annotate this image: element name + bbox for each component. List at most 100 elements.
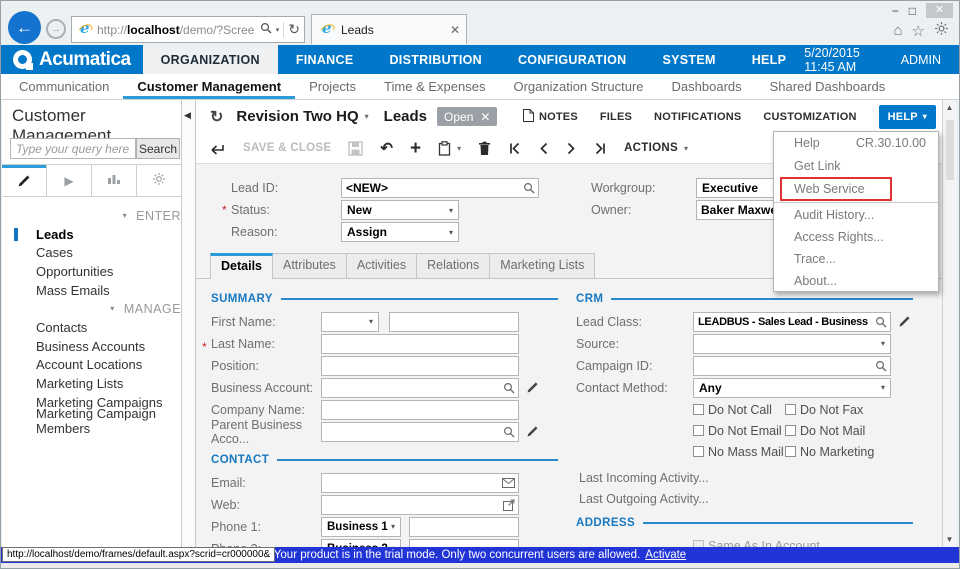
sidebar-item-cases[interactable]: Cases xyxy=(2,244,181,263)
first-name-input[interactable] xyxy=(390,313,518,331)
phone2-input[interactable] xyxy=(410,540,518,548)
last-name-input[interactable] xyxy=(322,335,518,353)
magnifier-icon[interactable] xyxy=(503,426,515,438)
phone1-field[interactable] xyxy=(409,517,519,537)
vertical-scrollbar[interactable]: ▲ ▼ xyxy=(942,100,956,547)
web-link-icon[interactable] xyxy=(503,499,515,511)
home-icon[interactable]: ⌂ xyxy=(893,22,902,39)
browser-tab[interactable]: Leads ✕ xyxy=(311,14,467,44)
email-input[interactable] xyxy=(322,474,502,492)
module-tab-communication[interactable]: Communication xyxy=(5,74,123,99)
contact-method-select[interactable]: Any▾ xyxy=(693,378,891,398)
sidebar-item-leads[interactable]: Leads xyxy=(2,225,181,244)
sidebar-item-marketing-lists[interactable]: Marketing Lists xyxy=(2,374,181,393)
magnifier-icon[interactable] xyxy=(875,316,887,328)
nav-item-organization[interactable]: ORGANIZATION xyxy=(143,45,278,74)
save-icon[interactable] xyxy=(348,141,363,156)
menu-item-about[interactable]: About... xyxy=(774,270,938,292)
actions-button[interactable]: ACTIONS▾ xyxy=(624,142,688,154)
magnifier-icon[interactable] xyxy=(503,382,515,394)
parent-business-account-input[interactable] xyxy=(322,423,503,441)
sidebar-item-account-locations[interactable]: Account Locations xyxy=(2,356,181,375)
module-tab-dashboards[interactable]: Dashboards xyxy=(658,74,756,99)
sidebar-item-marketing-campaign-members[interactable]: Marketing Campaign Members xyxy=(2,411,181,430)
sidebar-tab-reports[interactable] xyxy=(91,165,136,196)
browser-back-button[interactable]: ← xyxy=(8,11,41,44)
user-menu[interactable]: ADMIN xyxy=(901,53,941,67)
last-name-field[interactable] xyxy=(321,334,519,354)
module-tab-organization-structure[interactable]: Organization Structure xyxy=(499,74,657,99)
status-select[interactable]: New ▾ xyxy=(341,200,459,220)
lead-class-input[interactable] xyxy=(694,313,875,331)
module-tab-shared-dashboards[interactable]: Shared Dashboards xyxy=(756,74,900,99)
phone1-input[interactable] xyxy=(410,518,518,536)
lead-id-field[interactable] xyxy=(341,178,539,198)
nav-item-distribution[interactable]: DISTRIBUTION xyxy=(371,45,500,74)
email-field[interactable] xyxy=(321,473,519,493)
checkbox-icon[interactable] xyxy=(693,425,704,436)
source-select[interactable]: ▾ xyxy=(693,334,891,354)
edit-pencil-icon[interactable] xyxy=(526,381,539,394)
menu-item-audit-history[interactable]: Audit History... xyxy=(774,204,938,226)
tab-activities[interactable]: Activities xyxy=(346,253,417,278)
nav-last-button[interactable] xyxy=(594,142,607,155)
position-input[interactable] xyxy=(322,357,518,375)
title-select[interactable]: ▾ xyxy=(321,312,379,332)
sidebar-item-opportunities[interactable]: Opportunities xyxy=(2,262,181,281)
clipboard-button[interactable]: ▾ xyxy=(438,141,461,156)
sidebar-tab-dataentry[interactable] xyxy=(2,165,46,196)
customization-button[interactable]: CUSTOMIZATION xyxy=(763,111,856,123)
maximize-button[interactable]: □ xyxy=(909,4,916,18)
badge-close-icon[interactable]: ✕ xyxy=(480,110,490,124)
help-dropdown-button[interactable]: HELP ▾ xyxy=(879,105,936,129)
sidebar-item-business-accounts[interactable]: Business Accounts xyxy=(2,337,181,356)
business-date[interactable]: 5/20/2015 11:45 AM xyxy=(804,46,872,74)
chevron-down-icon[interactable]: ▾ xyxy=(276,26,280,34)
add-new-button[interactable]: + xyxy=(410,139,421,158)
checkbox-icon[interactable] xyxy=(785,425,796,436)
checkbox-icon[interactable] xyxy=(693,540,704,547)
web-input[interactable] xyxy=(322,496,503,514)
nav-item-help[interactable]: HELP xyxy=(734,45,805,74)
favorites-star-icon[interactable]: ☆ xyxy=(912,22,925,40)
tab-relations[interactable]: Relations xyxy=(416,253,490,278)
scrollbar-thumb[interactable] xyxy=(946,120,954,180)
module-tab-projects[interactable]: Projects xyxy=(295,74,370,99)
lead-id-input[interactable] xyxy=(342,179,523,197)
sidebar-item-mass-emails[interactable]: Mass Emails xyxy=(2,281,181,300)
business-account-input[interactable] xyxy=(322,379,503,397)
sidebar-tab-processes[interactable]: ▶ xyxy=(46,165,91,196)
menu-item-get-link[interactable]: Get Link xyxy=(774,155,938,178)
nav-prev-button[interactable] xyxy=(538,142,549,155)
first-name-field[interactable] xyxy=(389,312,519,332)
browser-forward-button[interactable]: → xyxy=(46,19,66,39)
acumatica-brand[interactable]: Acumatica xyxy=(1,45,143,74)
tree-group-manage[interactable]: ▾MANAGE xyxy=(2,299,181,318)
campaign-id-input[interactable] xyxy=(694,357,875,375)
sidebar-tab-setup[interactable] xyxy=(136,165,181,196)
parent-business-account-field[interactable] xyxy=(321,422,519,442)
settings-gear-icon[interactable] xyxy=(934,21,949,40)
refresh-icon[interactable]: ↻ xyxy=(210,107,223,127)
menu-item-help[interactable]: Help CR.30.10.00 xyxy=(774,132,938,155)
minimize-button[interactable]: − xyxy=(892,4,899,18)
menu-item-access-rights[interactable]: Access Rights... xyxy=(774,226,938,248)
nav-item-finance[interactable]: FINANCE xyxy=(278,45,372,74)
refresh-icon[interactable]: ↻ xyxy=(288,21,300,38)
tree-group-enter[interactable]: ▾ENTER xyxy=(2,206,181,225)
activate-link[interactable]: Activate xyxy=(645,549,686,561)
tab-close-icon[interactable]: ✕ xyxy=(450,23,460,37)
save-close-button[interactable]: SAVE & CLOSE xyxy=(243,142,331,154)
phone1-type-select[interactable]: Business 1▾ xyxy=(321,517,401,537)
notifications-button[interactable]: NOTIFICATIONS xyxy=(654,111,741,123)
tab-details[interactable]: Details xyxy=(210,253,273,279)
campaign-id-field[interactable] xyxy=(693,356,891,376)
tab-marketing-lists[interactable]: Marketing Lists xyxy=(489,253,595,278)
company-name-input[interactable] xyxy=(322,401,518,419)
scroll-down-icon[interactable]: ▼ xyxy=(946,535,954,544)
edit-pencil-icon[interactable] xyxy=(526,425,539,438)
checkbox-icon[interactable] xyxy=(785,446,796,457)
checkbox-icon[interactable] xyxy=(785,404,796,415)
module-tab-time-expenses[interactable]: Time & Expenses xyxy=(370,74,499,99)
sidebar-item-contacts[interactable]: Contacts xyxy=(2,318,181,337)
